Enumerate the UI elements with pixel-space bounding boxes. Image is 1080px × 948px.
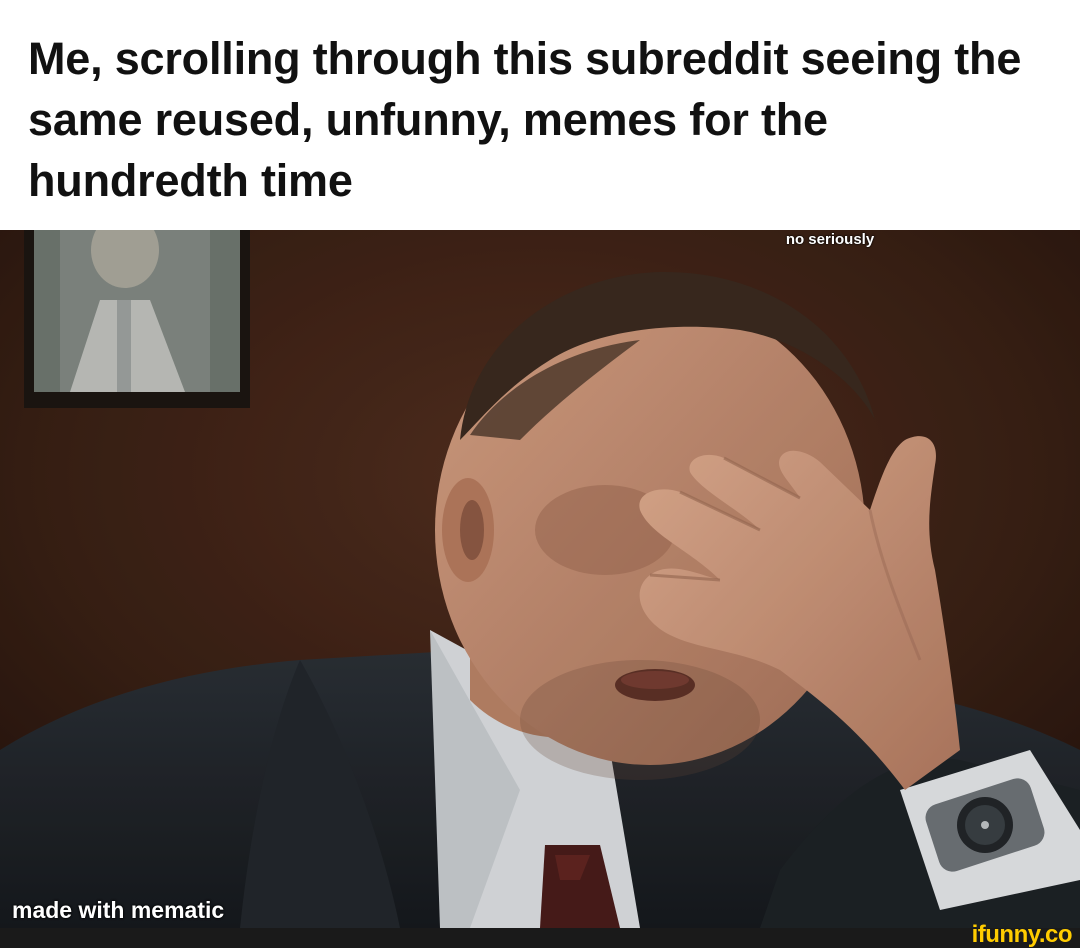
meme-caption-text: Me, scrolling through this subreddit see… — [28, 33, 1022, 206]
meme-photo — [0, 230, 1080, 928]
mematic-watermark: made with mematic — [12, 897, 225, 923]
meme-caption-area: Me, scrolling through this subreddit see… — [0, 0, 1080, 230]
top-overlay-label: no seriously — [785, 231, 875, 248]
footer-bar — [0, 928, 1080, 948]
facepalm-man-illustration — [0, 230, 1080, 928]
ifunny-logo: ifunny.co — [971, 921, 1073, 948]
